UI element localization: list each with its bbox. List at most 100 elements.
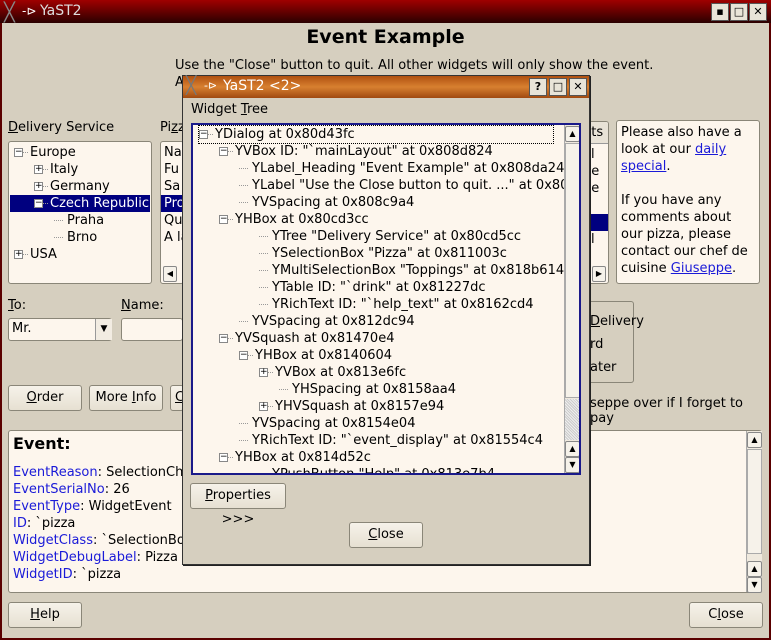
widget-tree[interactable]: − YDialog at 0x80d43fc − YVBox ID: "`mainLa… xyxy=(191,123,581,475)
to-combobox[interactable]: Mr. ▼ xyxy=(8,318,112,341)
tree-item[interactable]: − Czech Republic xyxy=(10,195,150,212)
list-item[interactable]: A la xyxy=(161,229,183,246)
event-field: EventReason: SelectionChan xyxy=(13,465,200,480)
tree-item[interactable]: + Italy xyxy=(10,161,150,178)
minimize-button[interactable]: ▪ xyxy=(711,3,729,21)
main-titlebar[interactable]: ╳ -⊳ YaST2 ▪ □ ✕ xyxy=(0,0,771,23)
tree-scrollbar[interactable]: ▲ ▲ ▼ xyxy=(564,125,579,473)
expand-icon[interactable]: + xyxy=(34,165,43,174)
expand-icon[interactable]: + xyxy=(34,182,43,191)
expand-icon[interactable]: + xyxy=(14,250,23,259)
collapse-icon[interactable]: − xyxy=(219,147,228,156)
scroll-thumb[interactable] xyxy=(747,449,762,554)
scroll-down-button[interactable]: ▼ xyxy=(565,457,579,473)
widget-tree-item[interactable]: − YHBox at 0x80cd3cc xyxy=(219,211,369,228)
widget-tree-item[interactable]: YMultiSelectionBox "Toppings" at 0x818b6… xyxy=(259,262,564,279)
pin-icon[interactable]: -⊳ xyxy=(204,79,217,92)
tree-item[interactable]: − Europe xyxy=(10,144,150,161)
option-card[interactable]: rd xyxy=(590,337,603,352)
dialog-close-button[interactable]: Close xyxy=(349,522,423,548)
chevron-down-icon[interactable]: ▼ xyxy=(95,319,112,340)
scroll-track[interactable] xyxy=(565,399,579,440)
option-later[interactable]: ater xyxy=(590,360,616,375)
widget-tree-item-label: YVBox ID: "`mainLayout" at 0x808d824 xyxy=(235,144,493,159)
scroll-up-button[interactable]: ▲ xyxy=(565,126,579,142)
pin-icon[interactable]: -⊳ xyxy=(22,4,36,18)
event-value: `pizza xyxy=(35,516,76,531)
widget-tree-item[interactable]: + YHVSquash at 0x8157e94 xyxy=(259,398,444,415)
more-info-button[interactable]: More Info xyxy=(89,385,163,411)
widget-tree-item[interactable]: YVSpacing at 0x808c9a4 xyxy=(239,194,414,211)
scroll-up-button[interactable]: ▲ xyxy=(747,432,762,448)
widget-tree-item[interactable]: − YVBox ID: "`mainLayout" at 0x808d824 xyxy=(219,143,493,160)
tree-item-label: Brno xyxy=(67,230,98,245)
widget-tree-item[interactable]: + YVBox at 0x813e6fc xyxy=(259,364,406,381)
help-icon-button[interactable]: ? xyxy=(529,78,547,96)
close-dialog-button[interactable]: ✕ xyxy=(569,78,587,96)
widget-tree-item-label: YHVSquash at 0x8157e94 xyxy=(275,399,445,414)
expand-icon[interactable]: + xyxy=(259,402,268,411)
help-button[interactable]: Help xyxy=(8,602,82,628)
widget-tree-item[interactable]: YTable ID: "`drink" at 0x81227dc xyxy=(259,279,486,296)
dialog-titlebar[interactable]: ╳ -⊳ YaST2 <2> ? □ ✕ xyxy=(183,76,589,98)
close-window-button[interactable]: ✕ xyxy=(749,3,767,21)
widget-tree-item[interactable]: − YVSquash at 0x81470e4 xyxy=(219,330,394,347)
expand-icon[interactable]: + xyxy=(259,368,268,377)
list-item[interactable]: Sa xyxy=(161,178,183,195)
giuseppe-link[interactable]: Giuseppe xyxy=(671,261,732,276)
tree-item[interactable]: + Germany xyxy=(10,178,150,195)
page-heading: Event Example xyxy=(306,26,465,48)
event-scrollbar[interactable]: ▲ ▲ ▼ xyxy=(746,431,762,593)
tree-item[interactable]: Praha xyxy=(10,212,150,229)
widget-tree-item[interactable]: YVSpacing at 0x8154e04 xyxy=(239,415,415,432)
scroll-down-button[interactable]: ▼ xyxy=(747,577,762,593)
tree-item[interactable]: + USA xyxy=(10,246,150,263)
collapse-icon[interactable]: − xyxy=(34,199,43,208)
tree-item-label: Europe xyxy=(30,145,76,160)
list-item[interactable]: Pro xyxy=(161,195,183,212)
widget-tree-item[interactable]: YLabel "Use the Close button to quit. ..… xyxy=(239,177,579,194)
widget-tree-item[interactable]: − YDialog at 0x80d43fc xyxy=(198,125,554,144)
option-delivery[interactable]: Delivery xyxy=(590,314,644,329)
widget-tree-item-label: YDialog at 0x80d43fc xyxy=(215,127,355,142)
widget-tree-item[interactable]: − YHBox at 0x8140604 xyxy=(239,347,392,364)
widget-tree-item[interactable]: YVSpacing at 0x812dc94 xyxy=(239,313,415,330)
scroll-left-button[interactable]: ◀ xyxy=(163,266,177,282)
checkbox-text[interactable]: seppe over if I forget to pay xyxy=(590,396,771,426)
tree-item[interactable]: Brno xyxy=(10,229,150,246)
order-button[interactable]: Order xyxy=(8,385,82,411)
list-item[interactable]: Qu xyxy=(161,212,183,229)
name-input[interactable] xyxy=(121,318,183,341)
event-field: WidgetDebugLabel: Pizza xyxy=(13,550,178,565)
maximize-button[interactable]: □ xyxy=(730,3,748,21)
scroll-up-button-2[interactable]: ▲ xyxy=(565,441,579,457)
widget-tree-item-label: YHBox at 0x814d52c xyxy=(235,450,371,465)
close-button[interactable]: Close xyxy=(689,602,763,628)
delivery-service-tree[interactable]: − Europe + Italy + Germany − Czech Republic Prah… xyxy=(8,141,152,284)
widget-tree-item[interactable]: YHSpacing at 0x8158aa4 xyxy=(279,381,456,398)
properties-button[interactable]: Properties >>> xyxy=(190,483,286,527)
widget-tree-item-label: YVSpacing at 0x8154e04 xyxy=(252,416,416,431)
widget-tree-item[interactable]: YRichText ID: "`event_display" at 0x8155… xyxy=(239,432,543,449)
scroll-thumb[interactable] xyxy=(565,143,579,398)
collapse-icon[interactable]: − xyxy=(199,130,208,139)
event-key: EventReason xyxy=(13,465,98,480)
pizza-selection-box[interactable]: NaFuSaProQuA la ◀ xyxy=(160,141,184,284)
widget-tree-item[interactable]: YRichText ID: "`help_text" at 0x8162cd4 xyxy=(259,296,534,313)
collapse-icon[interactable]: − xyxy=(239,351,248,360)
tree-item-label: USA xyxy=(30,247,57,262)
list-item[interactable]: Fu xyxy=(161,161,183,178)
collapse-icon[interactable]: − xyxy=(219,453,228,462)
widget-tree-item[interactable]: YLabel_Heading "Event Example" at 0x808d… xyxy=(239,160,564,177)
collapse-icon[interactable]: − xyxy=(219,334,228,343)
widget-tree-item[interactable]: YTree "Delivery Service" at 0x80cd5cc xyxy=(259,228,521,245)
collapse-icon[interactable]: − xyxy=(14,148,23,157)
list-item[interactable]: Na xyxy=(161,144,183,161)
scroll-up-button-2[interactable]: ▲ xyxy=(747,561,762,577)
widget-tree-item[interactable]: YPushButton "Help" at 0x813e7b4 xyxy=(259,466,495,473)
collapse-icon[interactable]: − xyxy=(219,215,228,224)
maximize-button[interactable]: □ xyxy=(549,78,567,96)
widget-tree-item[interactable]: − YHBox at 0x814d52c xyxy=(219,449,371,466)
scroll-right-button[interactable]: ▶ xyxy=(592,266,606,282)
widget-tree-item[interactable]: YSelectionBox "Pizza" at 0x811003c xyxy=(259,245,507,262)
